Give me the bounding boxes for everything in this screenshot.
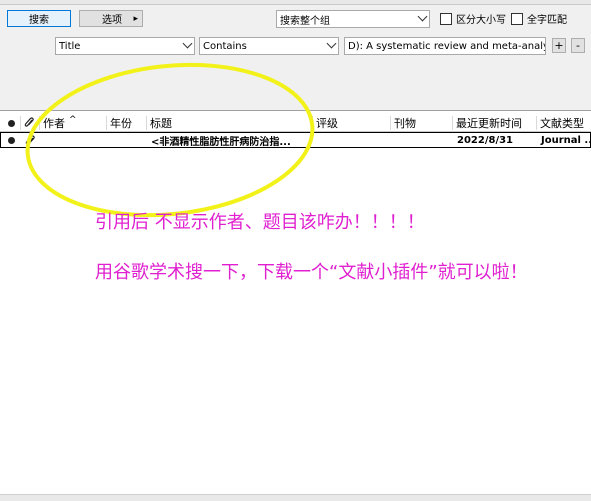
condition-select-value: Contains [203,40,247,52]
year-header-label: 年份 [110,117,132,130]
whole-word-checkbox[interactable]: 全字匹配 [511,11,567,26]
annotation-line-2: 用谷歌学术搜一下，下载一个“文献小插件”就可以啦！ [95,262,528,283]
remove-condition-button[interactable]: - [571,38,585,53]
status-dot-icon [8,137,15,144]
whole-word-box [511,12,523,25]
updated-header-label: 最近更新时间 [456,117,522,130]
status-column-header[interactable] [8,116,15,130]
sort-arrow-icon: ^ [69,115,77,125]
title-column-header[interactable]: 标题 [150,116,172,130]
top-border [0,0,591,5]
row-title: <非酒精性脂肪性肝病防治指... [151,137,291,148]
table-row[interactable]: <非酒精性脂肪性肝病防治指... 2022/8/31 Journal ... [0,132,591,148]
rating-header-label: 评级 [316,117,338,130]
year-column-header[interactable]: 年份 [110,116,132,130]
author-column-header[interactable]: 作者 [43,116,65,130]
attachment-icon [25,134,35,145]
row-status [8,134,15,147]
results-table-header: 作者 ^ 年份 标题 评级 刊物 最近更新时间 文献类型 [0,115,591,132]
title-header-label: 标题 [150,117,172,130]
row-type: Journal ... [541,135,591,146]
scope-select-value: 搜索整个组 [280,15,330,27]
scope-select[interactable]: 搜索整个组 [276,10,430,28]
search-button[interactable]: 搜索 [7,10,71,27]
type-header-label: 文献类型 [540,117,584,130]
options-button[interactable]: 选项 ▸ [79,10,143,27]
attachment-column-header[interactable] [24,116,35,130]
dropdown-arrow-icon [326,38,337,49]
row-attachment[interactable] [25,134,36,147]
rating-column-header[interactable]: 评级 [316,116,338,130]
match-case-box [440,12,452,25]
journal-header-label: 刊物 [394,117,416,130]
field-select-value: Title [59,40,81,52]
dropdown-arrow-icon [417,11,428,22]
attachment-icon [24,117,34,127]
annotation-line-1: 引用后 不显示作者、题目该咋办！！！！ [95,212,425,233]
status-dot-icon [8,119,15,127]
updated-column-header[interactable]: 最近更新时间 [456,116,522,130]
row-updated: 2022/8/31 [457,135,514,146]
query-input[interactable]: D): A systematic review and meta-analysi… [344,37,546,55]
condition-select[interactable]: Contains [199,37,339,55]
search-panel: 搜索 选项 ▸ 搜索整个组 区分大小写 全字匹配 Title Contains … [0,0,591,111]
field-select[interactable]: Title [55,37,195,55]
match-case-label: 区分大小写 [456,15,506,26]
match-case-checkbox[interactable]: 区分大小写 [440,11,506,26]
dropdown-arrow-icon [182,38,193,49]
author-header-label: 作者 [43,117,65,130]
options-label: 选项 [102,15,122,26]
type-column-header[interactable]: 文献类型 [540,116,584,130]
whole-word-label: 全字匹配 [527,15,567,26]
options-arrow-icon: ▸ [133,13,138,24]
add-condition-button[interactable]: + [552,38,566,53]
journal-column-header[interactable]: 刊物 [394,116,416,130]
